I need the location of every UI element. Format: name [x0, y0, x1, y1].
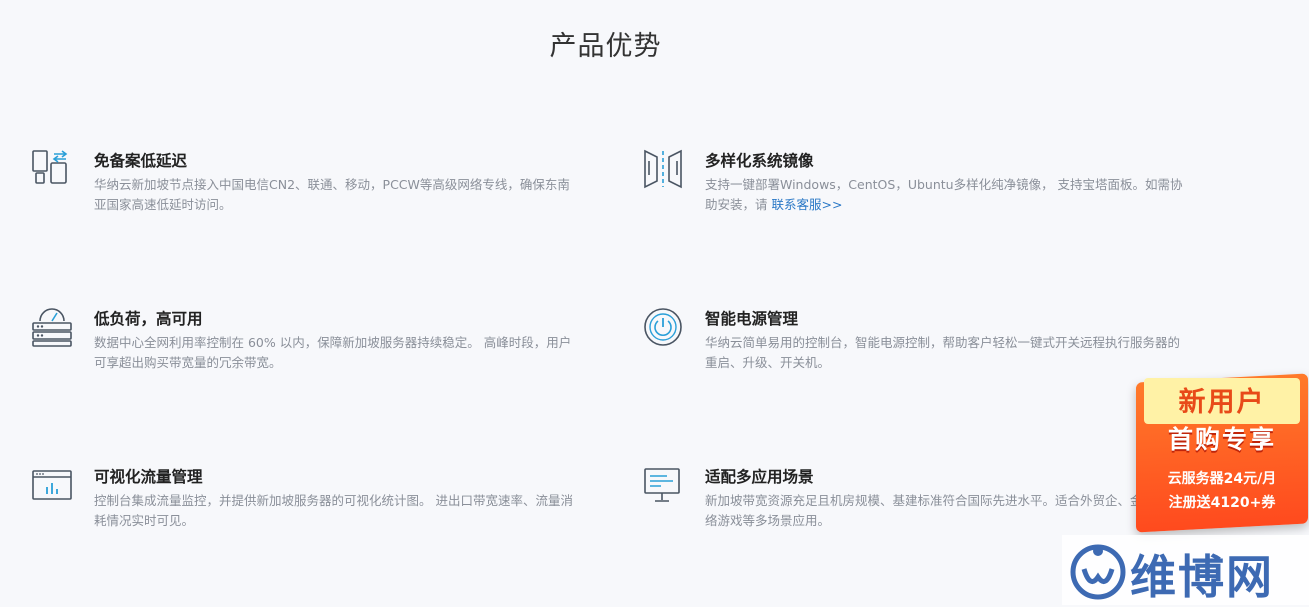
mirror-icon [644, 149, 682, 189]
display-icon [644, 468, 680, 502]
feature-title: 智能电源管理 [705, 310, 799, 328]
promo-coupon: 注册送4120+券 [1168, 495, 1276, 511]
watermark-logo-icon [1070, 544, 1126, 600]
devices-icon [32, 150, 68, 184]
section-title: 产品优势 [549, 31, 662, 62]
feature-title: 免备案低延迟 [94, 152, 188, 170]
feature-title: 适配多应用场景 [705, 468, 814, 486]
feature-desc: 华纳云新加坡节点接入中国电信CN2、联通、移动，PCCW等高级网络专线，确保东南… [94, 177, 570, 212]
feature-desc: 新加坡带宽资源充足且机房规模、基建标准符合国际先进水平。适合外贸企、金融、网络游… [705, 493, 1181, 528]
power-icon [644, 308, 682, 346]
feature-desc: 数据中心全网利用率控制在 60% 以内，保障新加坡服务器持续稳定。 高峰时段，用… [94, 335, 572, 370]
watermark: 维博网 [1062, 535, 1309, 605]
feature-desc: 支持一键部署Windows，CentOS，Ubuntu多样化纯净镜像， 支持宝塔… [705, 177, 1183, 212]
feature-title: 多样化系统镜像 [705, 152, 814, 170]
new-user-promo-badge[interactable]: 新用户 首购专享 云服务器24元/月 注册送4120+券 [1136, 373, 1308, 533]
feature-title: 可视化流量管理 [94, 468, 203, 486]
feature-desc: 华纳云简单易用的控制台，智能电源控制，帮助客户轻松一键式开关远程执行服务器的重启… [705, 335, 1181, 370]
promo-headline: 新用户 [1178, 387, 1266, 418]
promo-price: 云服务器24元/月 [1167, 471, 1277, 487]
feature-desc: 控制台集成流量监控，并提供新加坡服务器的可视化统计图。 进出口带宽速率、流量消耗… [94, 493, 573, 528]
chart-monitor-icon [32, 470, 72, 500]
contact-support-link[interactable]: 联系客服>> [771, 197, 842, 212]
feature-title: 低负荷，高可用 [94, 310, 203, 328]
watermark-text: 维博网 [1130, 550, 1274, 604]
promo-subheadline: 首购专享 [1167, 425, 1276, 454]
server-gauge-icon [32, 308, 72, 347]
